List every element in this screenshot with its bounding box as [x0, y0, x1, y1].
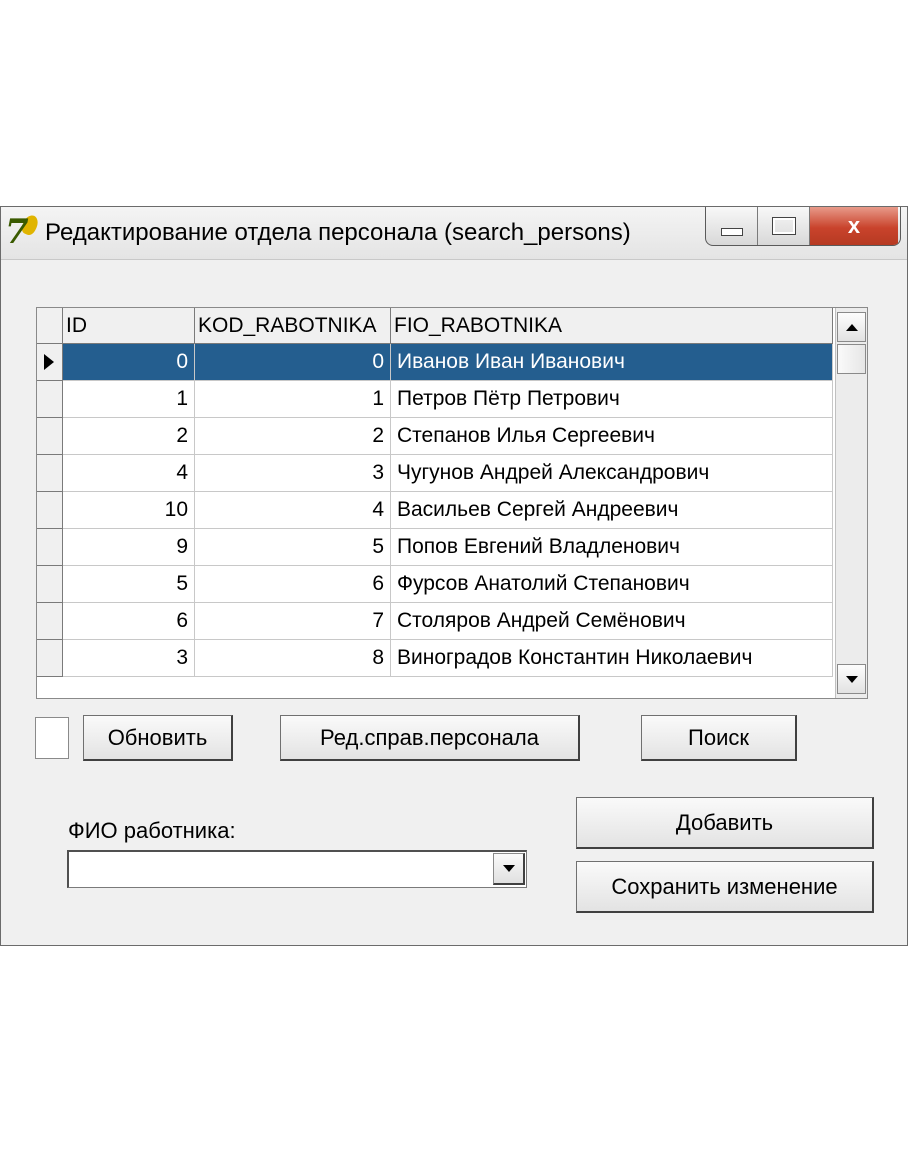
window-controls: x [705, 207, 901, 246]
row-indicator[interactable] [37, 529, 63, 566]
add-button[interactable]: Добавить [576, 797, 874, 849]
edit-directory-button[interactable]: Ред.справ.персонала [280, 715, 580, 761]
header-indicator [37, 308, 63, 344]
minimize-button[interactable] [706, 207, 758, 245]
cell-kod[interactable]: 7 [195, 603, 391, 640]
scroll-thumb[interactable] [837, 344, 866, 374]
cell-kod[interactable]: 1 [195, 381, 391, 418]
close-button[interactable]: x [810, 207, 898, 245]
cell-fio[interactable]: Васильев Сергей Андреевич [391, 492, 833, 529]
cell-id[interactable]: 10 [63, 492, 195, 529]
table-row[interactable]: 0 0 Иванов Иван Иванович [37, 344, 835, 381]
combobox-dropdown-button[interactable] [493, 853, 525, 885]
app-icon: 7 [5, 212, 43, 251]
table-row[interactable]: 10 4 Васильев Сергей Андреевич [37, 492, 835, 529]
table-row[interactable]: 4 3 Чугунов Андрей Александрович [37, 455, 835, 492]
cell-id[interactable]: 1 [63, 381, 195, 418]
record-indicator-box [35, 717, 69, 759]
row-indicator[interactable] [37, 603, 63, 640]
cell-kod[interactable]: 4 [195, 492, 391, 529]
search-button[interactable]: Поиск [641, 715, 797, 761]
cell-kod[interactable]: 6 [195, 566, 391, 603]
column-header-id[interactable]: ID [63, 308, 195, 344]
cell-id[interactable]: 6 [63, 603, 195, 640]
column-header-fio[interactable]: FIO_RABOTNIKA [391, 308, 833, 344]
minimize-icon [720, 228, 743, 236]
window-title: Редактирование отдела персонала (search_… [45, 219, 631, 246]
cell-kod[interactable]: 5 [195, 529, 391, 566]
cell-fio[interactable]: Иванов Иван Иванович [391, 344, 833, 381]
maximize-button[interactable] [758, 207, 810, 245]
current-row-arrow-icon [44, 354, 54, 370]
row-indicator[interactable] [37, 640, 63, 677]
table-row[interactable]: 6 7 Столяров Андрей Семёнович [37, 603, 835, 640]
row-indicator[interactable] [37, 492, 63, 529]
cell-fio[interactable]: Попов Евгений Владленович [391, 529, 833, 566]
arrow-down-icon [845, 675, 858, 683]
chevron-down-icon [502, 865, 515, 872]
cell-id[interactable]: 4 [63, 455, 195, 492]
cell-fio[interactable]: Фурсов Анатолий Степанович [391, 566, 833, 603]
grid-header: ID KOD_RABOTNIKA FIO_RABOTNIKA [37, 308, 867, 344]
grid-body: 0 0 Иванов Иван Иванович 1 1 Петров Пётр Петр… [37, 344, 835, 677]
persons-grid[interactable]: ID KOD_RABOTNIKA FIO_RABOTNIKA 0 0 Иванов … [36, 307, 868, 699]
cell-fio[interactable]: Петров Пётр Петрович [391, 381, 833, 418]
row-indicator[interactable] [37, 455, 63, 492]
table-row[interactable]: 1 1 Петров Пётр Петрович [37, 381, 835, 418]
cell-id[interactable]: 3 [63, 640, 195, 677]
scroll-up-button[interactable] [837, 312, 866, 342]
cell-kod[interactable]: 8 [195, 640, 391, 677]
cell-fio[interactable]: Чугунов Андрей Александрович [391, 455, 833, 492]
table-row[interactable]: 5 6 Фурсов Анатолий Степанович [37, 566, 835, 603]
title-bar[interactable]: 7 Редактирование отдела персонала (searc… [1, 207, 907, 260]
cell-fio[interactable]: Степанов Илья Сергеевич [391, 418, 833, 455]
table-row[interactable]: 2 2 Степанов Илья Сергеевич [37, 418, 835, 455]
cell-kod[interactable]: 2 [195, 418, 391, 455]
vertical-scrollbar[interactable] [835, 308, 867, 698]
cell-fio[interactable]: Столяров Андрей Семёнович [391, 603, 833, 640]
row-indicator[interactable] [37, 418, 63, 455]
main-window: 7 Редактирование отдела персонала (searc… [0, 206, 908, 946]
cell-id[interactable]: 2 [63, 418, 195, 455]
cell-kod[interactable]: 3 [195, 455, 391, 492]
fio-label: ФИО работника: [68, 818, 236, 843]
fio-combobox[interactable] [67, 850, 527, 888]
save-changes-button[interactable]: Сохранить изменение [576, 861, 874, 913]
row-indicator[interactable] [37, 381, 63, 418]
row-indicator[interactable] [37, 566, 63, 603]
scroll-down-button[interactable] [837, 664, 866, 694]
cell-id[interactable]: 0 [63, 344, 195, 381]
maximize-icon [771, 217, 796, 235]
refresh-button[interactable]: Обновить [83, 715, 233, 761]
cell-kod[interactable]: 0 [195, 344, 391, 381]
row-indicator[interactable] [37, 344, 63, 381]
column-header-kod[interactable]: KOD_RABOTNIKA [195, 308, 391, 344]
table-row[interactable]: 3 8 Виноградов Константин Николаевич [37, 640, 835, 677]
cell-id[interactable]: 9 [63, 529, 195, 566]
table-row[interactable]: 9 5 Попов Евгений Владленович [37, 529, 835, 566]
cell-id[interactable]: 5 [63, 566, 195, 603]
close-icon: x [847, 213, 861, 238]
cell-fio[interactable]: Виноградов Константин Николаевич [391, 640, 833, 677]
arrow-up-icon [845, 323, 858, 331]
